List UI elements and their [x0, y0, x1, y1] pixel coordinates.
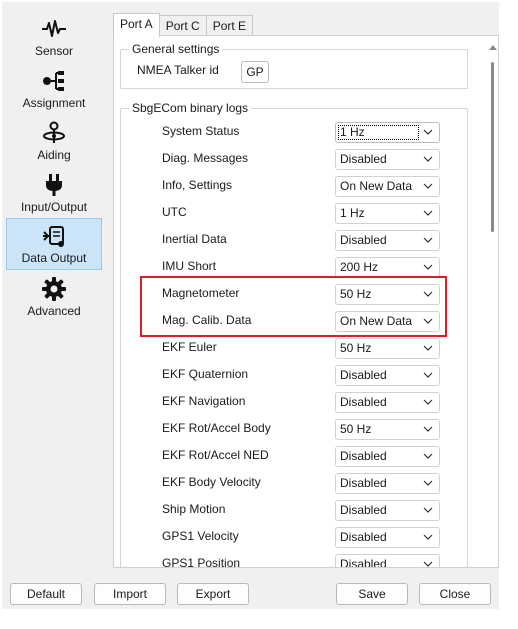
port-tabs: Port A Port C Port E [113, 13, 254, 37]
log-row-label: System Status [162, 124, 240, 138]
log-rate-value: Disabled [340, 368, 387, 382]
hierarchy-icon [41, 68, 67, 94]
log-rate-select[interactable]: Disabled [335, 365, 440, 386]
scroll-thumb[interactable] [491, 62, 494, 232]
sidebar-item-advanced[interactable]: Advanced [6, 270, 102, 322]
binary-logs-group: SbgECom binary logs System Status 1 Hz Dia… [120, 101, 468, 568]
export-button[interactable]: Export [177, 583, 249, 605]
log-rate-value: Disabled [340, 449, 387, 463]
sidebar-item-label: Sensor [34, 44, 74, 58]
log-row-label: EKF Navigation [162, 394, 246, 408]
scroll-up-icon[interactable] [489, 44, 497, 50]
plug-icon [41, 172, 67, 198]
log-rate-select[interactable]: 200 Hz [335, 257, 440, 278]
log-row-label: GPS1 Velocity [162, 529, 239, 543]
save-button[interactable]: Save [336, 583, 408, 605]
log-rate-select[interactable]: Disabled [335, 446, 440, 467]
log-rate-value: Disabled [340, 503, 387, 517]
log-row-label: Ship Motion [162, 502, 226, 516]
log-row-label: EKF Rot/Accel NED [162, 448, 269, 462]
tab-port-c[interactable]: Port C [158, 15, 207, 37]
chevron-down-icon [423, 345, 433, 351]
log-rate-value: Disabled [340, 476, 387, 490]
chevron-down-icon [423, 426, 433, 432]
default-button[interactable]: Default [10, 583, 82, 605]
chevron-down-icon [423, 183, 433, 189]
log-row-label: EKF Euler [162, 340, 217, 354]
sidebar-item-label: Aiding [37, 148, 71, 162]
log-rate-select[interactable]: 50 Hz [335, 338, 440, 359]
log-row-label: Diag. Messages [162, 151, 249, 165]
group-title: General settings [129, 42, 223, 56]
log-rate-value: Disabled [340, 152, 387, 166]
log-rate-value: On New Data [340, 179, 413, 193]
log-row-label: Inertial Data [162, 232, 227, 246]
log-rate-select[interactable]: 50 Hz [335, 419, 440, 440]
log-row-label: UTC [162, 205, 187, 219]
log-rate-value: Disabled [340, 395, 387, 409]
talker-id-label: NMEA Talker id [137, 63, 219, 77]
log-rate-select[interactable]: Disabled [335, 500, 440, 521]
sidebar: Sensor Assignment Aiding Input/Output Da… [6, 10, 102, 322]
log-rate-select[interactable]: Disabled [335, 149, 440, 170]
log-rate-select[interactable]: 1 Hz [335, 203, 440, 224]
log-rate-value: Disabled [340, 530, 387, 544]
scrollbar[interactable] [488, 44, 497, 564]
group-title: SbgECom binary logs [129, 101, 252, 115]
chevron-down-icon [423, 264, 433, 270]
sidebar-item-label: Advanced [27, 304, 81, 318]
log-rate-select[interactable]: On New Data [335, 176, 440, 197]
tab-port-a[interactable]: Port A [113, 13, 160, 37]
log-rate-value: Disabled [340, 233, 387, 247]
sidebar-item-label: Data Output [21, 251, 87, 265]
log-rate-value: 1 Hz [340, 125, 365, 139]
highlight-box [140, 276, 447, 337]
sidebar-item-label: Input/Output [20, 200, 88, 214]
log-rate-select[interactable]: Disabled [335, 527, 440, 548]
tab-port-e[interactable]: Port E [205, 15, 254, 37]
chevron-down-icon [423, 507, 433, 513]
chevron-down-icon [423, 561, 433, 567]
log-row-label: IMU Short [162, 259, 217, 273]
log-rate-value: Disabled [340, 557, 387, 568]
chevron-down-icon [423, 480, 433, 486]
log-rate-select[interactable]: Disabled [335, 230, 440, 251]
log-rate-select[interactable]: 1 Hz [335, 122, 440, 143]
satellite-icon [41, 120, 67, 146]
sidebar-item-assignment[interactable]: Assignment [6, 62, 102, 114]
sidebar-item-input-output[interactable]: Input/Output [6, 166, 102, 218]
talker-id-button[interactable]: GP [241, 61, 269, 83]
data-output-icon [41, 223, 67, 249]
chevron-down-icon [423, 210, 433, 216]
log-rate-select[interactable]: Disabled [335, 554, 440, 568]
general-settings-group: General settings NMEA Talker id GP [120, 42, 468, 89]
waveform-icon [41, 16, 67, 42]
log-row-label: EKF Rot/Accel Body [162, 421, 271, 435]
log-row-label: GPS1 Position [162, 556, 241, 568]
log-rate-value: 200 Hz [340, 260, 379, 274]
chevron-down-icon [423, 156, 433, 162]
gear-icon [41, 276, 67, 302]
sidebar-item-data-output[interactable]: Data Output [6, 218, 102, 270]
chevron-down-icon [423, 237, 433, 243]
log-rate-value: 50 Hz [340, 422, 372, 436]
sidebar-item-aiding[interactable]: Aiding [6, 114, 102, 166]
chevron-down-icon [423, 453, 433, 459]
log-rate-select[interactable]: Disabled [335, 473, 440, 494]
import-button[interactable]: Import [94, 583, 166, 605]
log-rate-select[interactable]: Disabled [335, 392, 440, 413]
log-row-label: EKF Body Velocity [162, 475, 261, 489]
log-row-label: EKF Quaternion [162, 367, 249, 381]
sidebar-item-sensor[interactable]: Sensor [6, 10, 102, 62]
log-rate-value: 1 Hz [340, 206, 365, 220]
close-button[interactable]: Close [419, 583, 491, 605]
chevron-down-icon [423, 372, 433, 378]
chevron-down-icon [423, 129, 433, 135]
log-row-label: Info, Settings [162, 178, 233, 192]
chevron-down-icon [423, 399, 433, 405]
sidebar-item-label: Assignment [22, 96, 86, 110]
chevron-down-icon [423, 534, 433, 540]
log-rate-value: 50 Hz [340, 341, 372, 355]
